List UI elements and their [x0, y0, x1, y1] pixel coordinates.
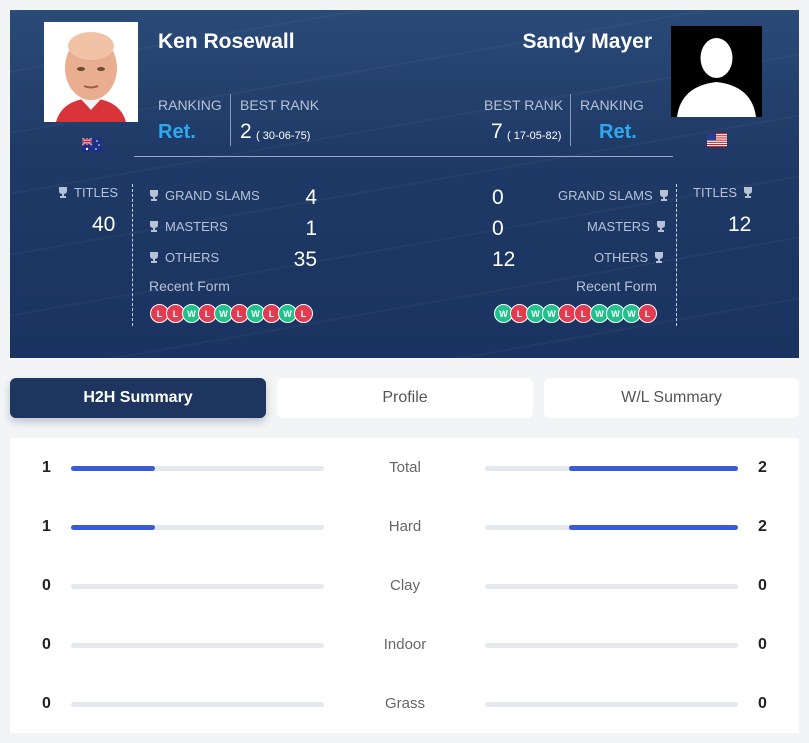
left-bar-fill — [71, 525, 156, 530]
trophy-icon — [656, 220, 665, 232]
right-others-value: 12 — [492, 248, 516, 271]
left-masters-value: 1 — [305, 217, 317, 240]
left-bar-track — [71, 702, 324, 707]
right-best-rank-date: ( 17-05-82) — [507, 130, 562, 142]
trophy-icon — [150, 251, 158, 263]
left-bar-fill — [71, 466, 156, 471]
left-ranking-value: Ret. — [158, 121, 196, 143]
divider — [132, 184, 133, 326]
divider — [230, 94, 231, 146]
trophy-icon — [150, 220, 158, 232]
right-count: 0 — [758, 577, 767, 594]
right-bar-fill — [569, 525, 738, 530]
trophy-icon — [150, 189, 158, 201]
right-count: 0 — [758, 695, 767, 712]
left-best-rank-label: BEST RANK — [240, 97, 320, 113]
left-recent-form-label: Recent Form — [149, 278, 230, 294]
left-form-badge: L — [294, 304, 313, 323]
right-count: 2 — [758, 518, 767, 535]
h2h-summary-panel: 1 Total 2 1 Hard 2 0 Clay 0 0 Indoor 0 0 Grass 0 — [10, 438, 799, 733]
right-bar-track — [485, 702, 738, 707]
masters-label-text: MASTERS — [587, 219, 650, 234]
grand-slams-label-text: GRAND SLAMS — [165, 188, 260, 203]
right-titles-label: TITLES — [693, 185, 753, 200]
others-label-text: OTHERS — [594, 250, 649, 265]
tab-profile[interactable]: Profile — [277, 378, 533, 418]
tab-wl-summary[interactable]: W/L Summary — [544, 378, 799, 418]
surface-label: Indoor — [383, 636, 427, 653]
titles-label-text: TITLES — [74, 185, 119, 200]
trophy-icon — [659, 189, 668, 201]
left-others-label: OTHERS — [149, 250, 219, 265]
right-bar-track — [485, 643, 738, 648]
surface-label: Clay — [389, 577, 420, 594]
left-count: 1 — [42, 518, 51, 535]
right-count: 2 — [758, 459, 767, 476]
left-bar-track — [71, 643, 324, 648]
left-titles-label: TITLES — [58, 185, 118, 200]
left-titles-value: 40 — [92, 213, 116, 236]
masters-label-text: MASTERS — [165, 219, 228, 234]
right-recent-form-label: Recent Form — [576, 278, 657, 294]
right-best-rank-value: 7 — [491, 120, 503, 143]
right-titles-value: 12 — [728, 213, 752, 236]
trophy-icon — [744, 186, 753, 198]
right-count: 0 — [758, 636, 767, 653]
surface-label: Total — [389, 459, 421, 476]
left-recent-form: LLWLWLWLWL — [150, 304, 313, 323]
grand-slams-label-text: GRAND SLAMS — [558, 188, 653, 203]
left-best-rank-value: 2 — [240, 120, 252, 143]
left-count: 0 — [42, 695, 51, 712]
right-bar-track — [485, 584, 738, 589]
left-bar-track — [71, 584, 324, 589]
right-masters-label: MASTERS — [587, 219, 666, 234]
trophy-icon — [655, 251, 664, 263]
right-player-name[interactable]: Sandy Mayer — [522, 30, 652, 54]
surface-label: Hard — [388, 518, 422, 535]
right-recent-form: WLWWLLWWWL — [494, 304, 657, 323]
left-player-photo[interactable] — [44, 22, 138, 122]
right-player-photo[interactable] — [671, 26, 762, 117]
others-label-text: OTHERS — [165, 250, 220, 265]
right-bar-track — [485, 466, 738, 471]
left-count: 1 — [42, 459, 51, 476]
left-bar-track — [71, 466, 324, 471]
player-header: Ken Rosewall Sandy Mayer RANKING Ret. BE… — [10, 10, 799, 358]
left-best-rank-date: ( 30-06-75) — [256, 130, 311, 142]
left-count: 0 — [42, 577, 51, 594]
right-ranking-label: RANKING — [580, 97, 644, 113]
divider — [676, 184, 677, 326]
avatar-placeholder-icon — [671, 26, 762, 117]
left-count: 0 — [42, 636, 51, 653]
right-best-rank-label: BEST RANK — [484, 97, 564, 113]
trophy-icon — [59, 186, 67, 198]
right-ranking-value: Ret. — [599, 121, 637, 143]
right-form-badge: L — [638, 304, 657, 323]
right-grand-slams-value: 0 — [492, 186, 504, 209]
left-ranking-label: RANKING — [158, 97, 222, 113]
avatar — [44, 22, 138, 122]
right-bar-fill — [569, 466, 738, 471]
left-grand-slams-value: 4 — [305, 186, 317, 209]
australia-flag-icon — [82, 138, 102, 152]
tab-h2h-summary[interactable]: H2H Summary — [10, 378, 266, 418]
surface-label: Grass — [384, 695, 425, 712]
usa-flag-icon — [707, 133, 727, 147]
left-bar-track — [71, 525, 324, 530]
right-grand-slams-label: GRAND SLAMS — [558, 188, 669, 203]
right-masters-value: 0 — [492, 217, 504, 240]
left-masters-label: MASTERS — [149, 219, 228, 234]
titles-label-text: TITLES — [693, 185, 738, 200]
right-others-label: OTHERS — [594, 250, 664, 265]
left-grand-slams-label: GRAND SLAMS — [149, 188, 260, 203]
header-divider — [134, 156, 673, 157]
left-player-name[interactable]: Ken Rosewall — [158, 30, 295, 54]
divider — [570, 94, 571, 146]
right-bar-track — [485, 525, 738, 530]
left-others-value: 35 — [293, 248, 317, 271]
